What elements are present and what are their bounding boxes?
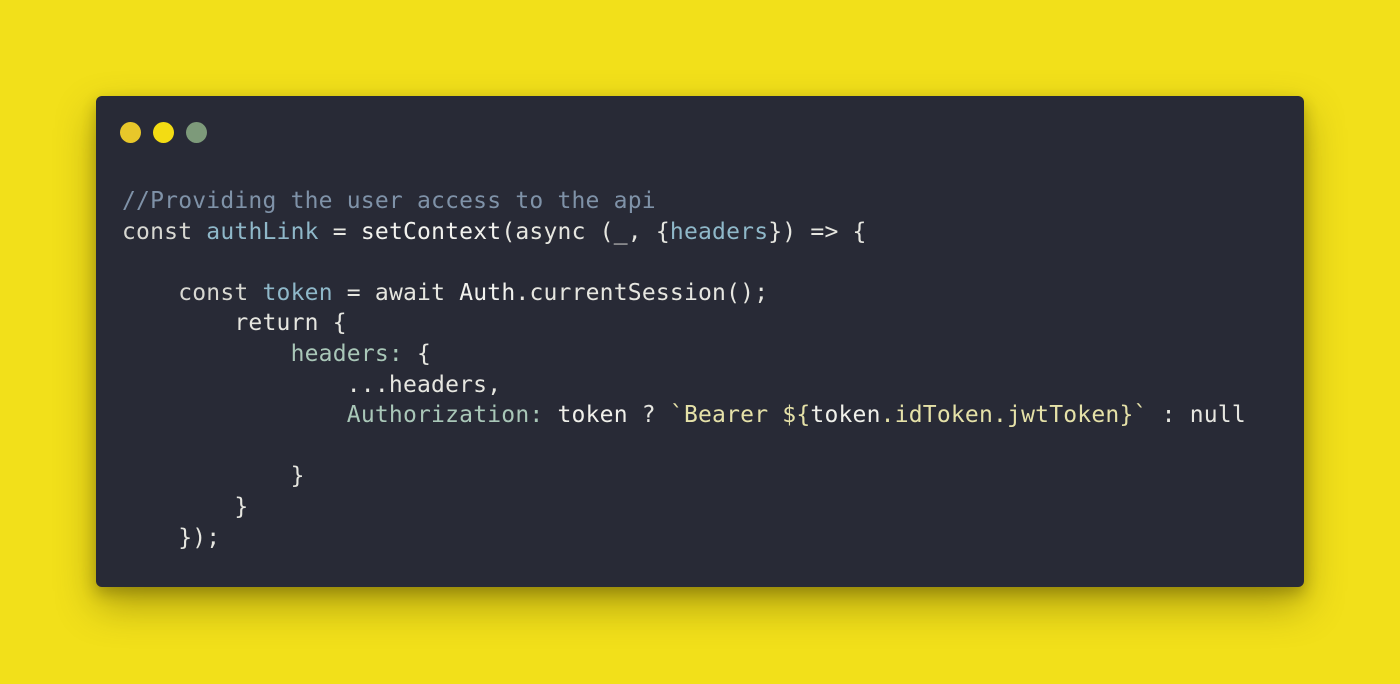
keyword-const: const xyxy=(122,218,207,245)
code-text: = await xyxy=(332,279,460,306)
code-line-1: //Providing the user access to the api xyxy=(122,186,1246,217)
code-text: } xyxy=(122,493,249,520)
identifier-authlink: authLink xyxy=(206,218,319,245)
code-line-12: }); xyxy=(122,523,1246,554)
code-line-6: headers: { xyxy=(122,339,1246,370)
code-comment: //Providing the user access to the api xyxy=(122,188,656,214)
code-line-11: } xyxy=(122,492,1246,523)
window-controls xyxy=(120,122,207,144)
minimize-dot-icon[interactable] xyxy=(153,122,174,143)
property-authorization: Authorization: xyxy=(346,402,544,429)
template-string: }` xyxy=(1119,402,1148,429)
identifier-auth: Auth xyxy=(459,279,516,306)
code-text: (async (_, { xyxy=(501,218,670,245)
code-text: }); xyxy=(122,524,221,551)
operator-ternary: ? xyxy=(627,402,670,429)
code-text: } xyxy=(122,463,305,490)
function-setcontext: setContext xyxy=(360,218,502,245)
code-block: //Providing the user access to the api co… xyxy=(122,186,1246,553)
identifier-token: token xyxy=(810,402,881,429)
property-headers: headers: xyxy=(290,340,403,367)
template-string: `Bearer ${ xyxy=(669,402,811,429)
code-text: return { xyxy=(122,310,347,337)
code-line-5: return { xyxy=(122,308,1246,339)
identifier-headers: headers xyxy=(669,218,769,245)
operator-assign: = xyxy=(318,218,361,245)
code-line-10: } xyxy=(122,461,1246,492)
code-text: : null xyxy=(1147,402,1246,429)
maximize-dot-icon[interactable] xyxy=(186,122,207,143)
template-string: .idToken.jwtToken xyxy=(880,402,1120,429)
code-line-8: Authorization: token ? `Bearer ${token.i… xyxy=(122,400,1246,431)
identifier-token: token xyxy=(557,402,628,429)
keyword-const: const xyxy=(178,279,263,306)
identifier-token: token xyxy=(262,279,333,306)
code-window: //Providing the user access to the api co… xyxy=(96,96,1304,587)
close-dot-icon[interactable] xyxy=(120,122,141,143)
code-line-4: const token = await Auth.currentSession(… xyxy=(122,278,1246,309)
code-text: ...headers, xyxy=(122,371,502,398)
code-line-7: ...headers, xyxy=(122,370,1246,401)
code-text: { xyxy=(402,340,432,367)
code-line-2: const authLink = setContext(async (_, {h… xyxy=(122,217,1246,248)
code-text: }) => { xyxy=(768,218,867,245)
code-text: .currentSession(); xyxy=(515,279,769,306)
